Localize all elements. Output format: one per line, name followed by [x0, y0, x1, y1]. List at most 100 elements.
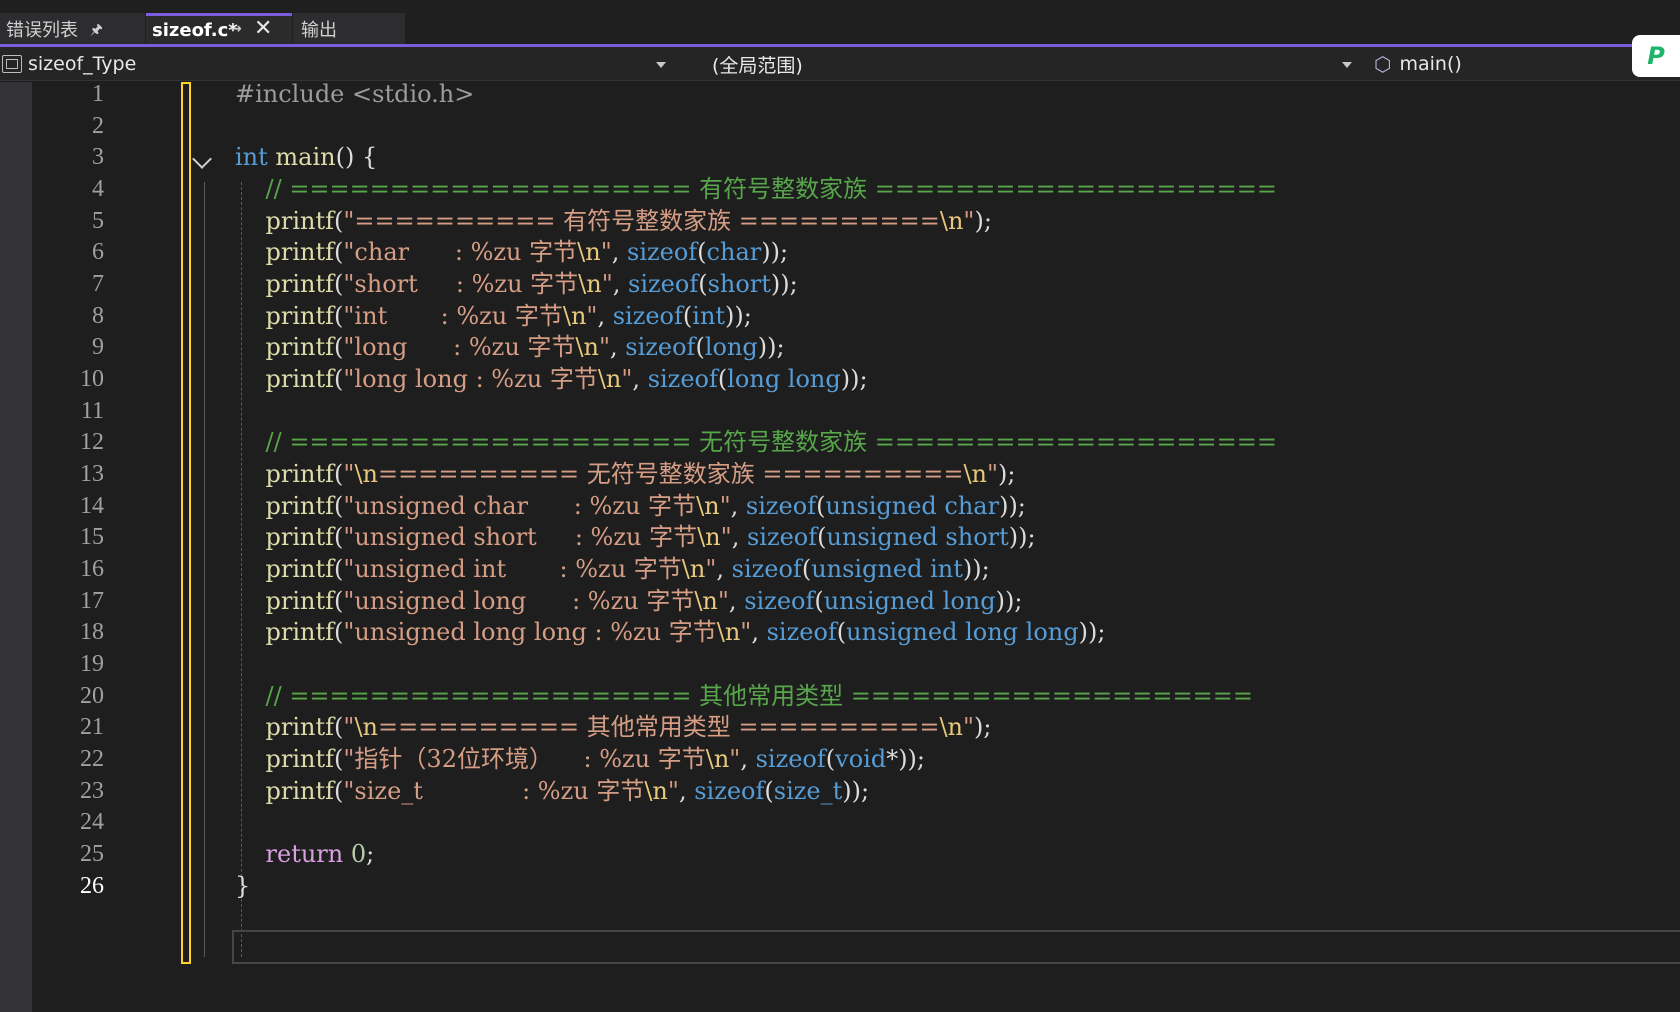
code-token: "char : %zu 字节: [343, 238, 578, 267]
code-token: ,: [632, 364, 648, 393]
code-editor[interactable]: 1 2 3 4 5 6 7 8 9 10 11 12 13 14 15 16 17 18 19 20 21 22 23 24 2…: [0, 80, 1680, 1012]
code-token: (: [334, 491, 344, 520]
close-icon[interactable]: ✕: [254, 16, 272, 41]
code-token: sizeof: [647, 364, 718, 393]
code-token: \n: [578, 269, 602, 298]
code-token: "long long : %zu 字节: [343, 364, 598, 393]
code-token: \n: [577, 238, 601, 267]
code-token: \n: [681, 554, 706, 583]
code-token: printf: [265, 713, 335, 742]
code-token: "unsigned long : %zu 字节: [343, 586, 695, 615]
code-token: ========== 无符号整数家族 ==========: [377, 459, 964, 488]
code-line[interactable]: // ==================== 无符号整数家族 ========…: [235, 425, 1277, 459]
code-token: printf: [265, 238, 335, 267]
line-number: 7: [92, 270, 104, 297]
code-token: sizeof: [628, 269, 699, 298]
code-line[interactable]: printf("\n========== 其他常用类型 ==========\n…: [235, 710, 992, 744]
line-number: 19: [80, 650, 104, 677]
code-line[interactable]: printf("指针（32位环境） : %zu 字节\n", sizeof(vo…: [235, 742, 925, 776]
code-token: ": [705, 554, 717, 583]
code-line[interactable]: printf("unsigned short : %zu 字节\n", size…: [235, 520, 1036, 554]
function-dropdown[interactable]: ⬡ main(): [1370, 50, 1630, 78]
tab-output[interactable]: 输出: [293, 13, 405, 44]
extension-icon[interactable]: P: [1632, 35, 1680, 77]
project-dropdown[interactable]: sizeof_Type: [2, 50, 674, 78]
code-token: (: [334, 713, 344, 742]
code-line[interactable]: printf("char : %zu 字节\n", sizeof(char));: [235, 235, 789, 269]
code-token: (: [825, 744, 836, 773]
code-line[interactable]: }: [235, 869, 250, 903]
code-line[interactable]: printf("int : %zu 字节\n", sizeof(int));: [235, 299, 752, 333]
line-number: 18: [80, 619, 104, 646]
code-token: printf: [265, 301, 335, 330]
line-number: 3: [92, 144, 104, 171]
code-line[interactable]: // ==================== 有符号整数家族 ========…: [235, 172, 1277, 206]
code-line[interactable]: return 0;: [235, 837, 375, 871]
code-token: sizeof: [694, 776, 765, 805]
code-token: ,: [730, 491, 746, 520]
code-token: ,: [751, 618, 767, 647]
code-token: "long : %zu 字节: [343, 333, 576, 362]
chevron-down-icon[interactable]: [656, 62, 666, 68]
code-token: "========== 有符号整数家族 ==========: [343, 206, 940, 235]
code-token: sizeof: [746, 523, 818, 552]
code-token: return: [265, 839, 344, 868]
code-token: ,: [728, 586, 745, 615]
code-token: ,: [716, 554, 732, 583]
code-token: ": [343, 713, 355, 742]
code-token: sizeof: [745, 491, 817, 520]
code-line[interactable]: printf("\n========== 无符号整数家族 ==========\…: [235, 457, 1016, 491]
tab-error-list[interactable]: 错误列表 🖈: [0, 13, 145, 44]
code-token: main: [275, 143, 336, 172]
scope-dropdown[interactable]: (全局范围): [682, 50, 1360, 78]
chevron-down-icon[interactable]: [1342, 62, 1352, 68]
code-token: // ==================== 其他常用类型 =========…: [265, 681, 1253, 710]
code-token: \n: [562, 301, 587, 330]
code-token: (: [334, 618, 344, 647]
code-line[interactable]: printf("long : %zu 字节\n", sizeof(long));: [235, 330, 785, 364]
code-token: \n: [939, 206, 964, 235]
code-token: printf: [265, 618, 335, 647]
code-line[interactable]: printf("unsigned char : %zu 字节\n", sizeo…: [235, 489, 1026, 523]
tab-output-label: 输出: [301, 19, 337, 41]
code-token: (: [334, 586, 344, 615]
code-line[interactable]: printf("size_t : %zu 字节\n", sizeof(size_…: [235, 774, 870, 808]
code-line[interactable]: printf("short : %zu 字节\n", sizeof(short)…: [235, 267, 798, 301]
code-line[interactable]: printf("unsigned long : %zu 字节\n", sizeo…: [235, 584, 1023, 618]
code-token: "short : %zu 字节: [343, 269, 579, 298]
code-token: "int : %zu 字节: [343, 301, 563, 330]
code-line[interactable]: printf("========== 有符号整数家族 ==========\n"…: [235, 204, 992, 238]
fold-chevron-icon[interactable]: [192, 149, 212, 169]
line-number: 16: [80, 555, 104, 582]
code-token: (: [334, 554, 344, 583]
pin-icon[interactable]: →: [230, 21, 242, 37]
code-token: ": [600, 238, 612, 267]
code-line[interactable]: // ==================== 其他常用类型 =========…: [235, 679, 1253, 713]
code-token: ": [621, 364, 633, 393]
code-token: ,: [611, 238, 627, 267]
code-token: \n: [705, 744, 730, 773]
code-token: );: [974, 713, 992, 742]
code-line[interactable]: #include <stdio.h>: [235, 77, 474, 111]
code-token: "unsigned char : %zu 字节: [343, 491, 697, 520]
code-line[interactable]: printf("unsigned int : %zu 字节\n", sizeof…: [235, 552, 990, 586]
code-line[interactable]: int main() {: [235, 140, 377, 174]
pin-icon[interactable]: 🖈: [90, 19, 103, 43]
indicator-margin: [0, 82, 32, 1012]
code-token: sizeof: [766, 618, 837, 647]
code-token: printf: [265, 459, 335, 488]
line-number: 11: [80, 397, 104, 424]
tab-sizeof-c-label: sizeof.c*: [152, 19, 238, 41]
code-token: ));: [995, 586, 1023, 615]
tab-sizeof-c[interactable]: sizeof.c* → ✕: [146, 13, 292, 44]
code-token: "unsigned long long : %zu 字节: [343, 618, 717, 647]
code-line[interactable]: printf("unsigned long long : %zu 字节\n", …: [235, 615, 1106, 649]
code-line[interactable]: printf("long long : %zu 字节\n", sizeof(lo…: [235, 362, 868, 396]
